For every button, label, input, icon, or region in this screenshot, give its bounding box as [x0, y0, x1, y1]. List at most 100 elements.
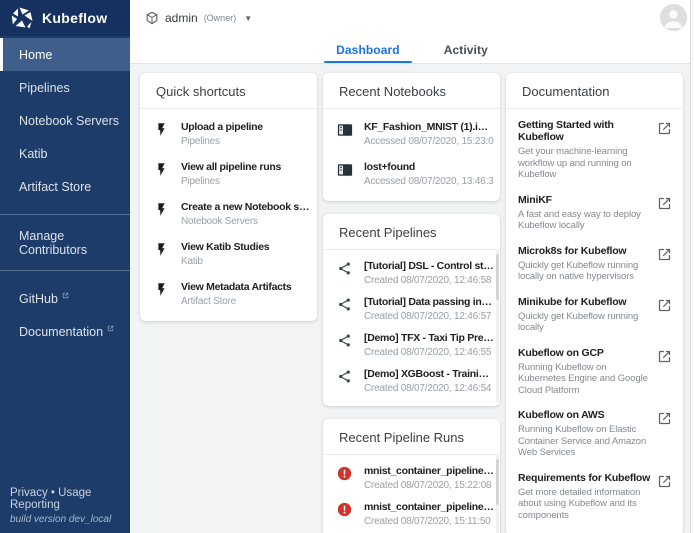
sidebar-item-manage-contributors[interactable]: Manage Contributors	[0, 226, 130, 259]
pipeline-item[interactable]: [Tutorial] Data passing in python comp..…	[323, 291, 500, 327]
bolt-icon	[154, 162, 171, 182]
open-in-new-icon[interactable]	[657, 349, 673, 397]
footer-bullet: •	[51, 487, 55, 499]
shortcut-view-metadata-artifacts[interactable]: View Metadata Artifacts Artifact Store	[140, 274, 317, 314]
card-title: Recent Notebooks	[323, 73, 500, 109]
sidebar-item-label: Manage Contributors	[19, 229, 130, 257]
doc-desc: Quickly get Kubeflow running locally on …	[518, 260, 651, 283]
notebook-icon	[337, 122, 354, 143]
pipeline-item[interactable]: [Demo] TFX - Taxi Tip Prediction Model .…	[323, 327, 500, 363]
card-recent-notebooks: Recent Notebooks KF_Fashion_MNIST (1).ip…	[323, 73, 500, 201]
tab-label: Activity	[444, 43, 488, 57]
pipeline-item[interactable]: [Demo] XGBoost - Training with Confusi..…	[323, 363, 500, 399]
item-meta: Created 08/07/2020, 12:46:55	[364, 347, 494, 358]
doc-desc: Get your machine-learning workflow up an…	[518, 146, 651, 181]
card-title: Documentation	[506, 73, 683, 109]
open-in-new-icon[interactable]	[657, 196, 673, 232]
notebook-item[interactable]: lost+found Accessed 08/07/2020, 13:46:37	[323, 154, 500, 194]
doc-desc: Running Kubeflow on Kubernetes Engine an…	[518, 362, 651, 397]
sidebar-item-pipelines[interactable]: Pipelines	[0, 71, 130, 104]
tab-activity[interactable]: Activity	[422, 36, 510, 63]
shortcut-upload-pipeline[interactable]: Upload a pipeline Pipelines	[140, 114, 317, 154]
sidebar: Home Pipelines Notebook Servers Katib Ar…	[0, 36, 130, 533]
doc-desc: A fast and easy way to deploy Kubeflow l…	[518, 209, 651, 232]
tab-dashboard[interactable]: Dashboard	[314, 36, 422, 63]
sidebar-item-katib[interactable]: Katib	[0, 137, 130, 170]
card-title: Recent Pipelines	[323, 214, 500, 250]
doc-item-minikube[interactable]: Minikube for Kubeflow Quickly get Kubefl…	[506, 289, 683, 340]
doc-item-microk8s[interactable]: Microk8s for Kubeflow Quickly get Kubefl…	[506, 238, 683, 289]
pipeline-graph-icon	[337, 369, 354, 389]
run-item[interactable]: mnist_container_pipeline run Created 08/…	[323, 460, 500, 496]
sidebar-item-label: Documentation	[19, 325, 103, 339]
open-in-new-icon[interactable]	[657, 247, 673, 283]
open-in-new-icon[interactable]	[657, 474, 673, 522]
namespace-role: (Owner)	[204, 13, 237, 23]
run-status-icon	[337, 466, 354, 481]
sidebar-divider	[0, 270, 130, 271]
doc-title: Microk8s for Kubeflow	[518, 245, 651, 257]
bolt-icon	[154, 202, 171, 222]
shortcut-subtitle: Artifact Store	[181, 296, 311, 307]
doc-item-aws[interactable]: Kubeflow on AWS Running Kubeflow on Elas…	[506, 402, 683, 465]
sidebar-item-notebook-servers[interactable]: Notebook Servers	[0, 104, 130, 137]
doc-desc: Get more detailed information about usin…	[518, 487, 651, 522]
notebook-icon	[337, 162, 354, 183]
shortcut-title: View all pipeline runs	[181, 161, 311, 173]
doc-item-gcp[interactable]: Kubeflow on GCP Running Kubeflow on Kube…	[506, 340, 683, 403]
item-title: mnist_container_pipeline run	[364, 465, 494, 477]
shortcut-subtitle: Pipelines	[181, 136, 311, 147]
external-link-icon	[107, 321, 114, 335]
open-in-new-icon[interactable]	[657, 121, 673, 181]
item-title: KF_Fashion_MNIST (1).ipynb	[364, 121, 494, 133]
sidebar-item-label: GitHub	[19, 292, 58, 306]
sidebar-item-github[interactable]: GitHub	[0, 282, 130, 315]
pipeline-item[interactable]: [Tutorial] DSL - Control structures Crea…	[323, 255, 500, 291]
item-meta: Accessed 08/07/2020, 15:23:05	[364, 136, 494, 147]
item-meta: Accessed 08/07/2020, 13:46:37	[364, 176, 494, 187]
doc-item-minikf[interactable]: MiniKF A fast and easy way to deploy Kub…	[506, 187, 683, 238]
sidebar-item-artifact-store[interactable]: Artifact Store	[0, 170, 130, 203]
namespace-cube-icon	[145, 11, 159, 25]
item-meta: Created 08/07/2020, 12:46:57	[364, 311, 494, 322]
sidebar-item-home[interactable]: Home	[0, 38, 130, 71]
card-scrollbar[interactable]	[496, 455, 499, 533]
item-meta: Created 08/07/2020, 15:22:08	[364, 480, 494, 491]
open-in-new-icon[interactable]	[657, 411, 673, 459]
main-scrollbar[interactable]	[690, 0, 694, 533]
doc-title: MiniKF	[518, 194, 651, 206]
build-version: build version dev_local	[10, 514, 130, 525]
privacy-link[interactable]: Privacy	[10, 487, 48, 499]
avatar[interactable]	[660, 4, 687, 31]
pipeline-graph-icon	[337, 261, 354, 281]
sidebar-item-documentation[interactable]: Documentation	[0, 315, 130, 348]
shortcut-subtitle: Katib	[181, 256, 311, 267]
namespace-selector[interactable]: admin (Owner) ▼	[130, 11, 252, 25]
shortcut-title: Upload a pipeline	[181, 121, 311, 133]
notebook-item[interactable]: KF_Fashion_MNIST (1).ipynb Accessed 08/0…	[323, 114, 500, 154]
sidebar-divider	[0, 214, 130, 215]
sidebar-item-label: Artifact Store	[19, 180, 91, 194]
shortcut-view-pipeline-runs[interactable]: View all pipeline runs Pipelines	[140, 154, 317, 194]
card-recent-pipelines: Recent Pipelines [Tutorial] DSL - Contro…	[323, 214, 500, 406]
sidebar-item-label: Katib	[19, 147, 48, 161]
doc-title: Requirements for Kubeflow	[518, 472, 651, 484]
card-documentation: Documentation Getting Started with Kubef…	[506, 73, 683, 533]
doc-item-getting-started[interactable]: Getting Started with Kubeflow Get your m…	[506, 112, 683, 187]
sidebar-item-label: Pipelines	[19, 81, 70, 95]
sidebar-item-label: Notebook Servers	[19, 114, 119, 128]
pipeline-graph-icon	[337, 333, 354, 353]
card-scrollbar[interactable]	[496, 250, 499, 403]
shortcut-subtitle: Pipelines	[181, 176, 311, 187]
item-title: [Demo] TFX - Taxi Tip Prediction Model .…	[364, 332, 494, 344]
shortcut-create-notebook-server[interactable]: Create a new Notebook server Notebook Se…	[140, 194, 317, 234]
doc-title: Kubeflow on AWS	[518, 409, 651, 421]
shortcut-subtitle: Notebook Servers	[181, 216, 311, 227]
error-icon	[337, 466, 352, 481]
bolt-icon	[154, 122, 171, 142]
open-in-new-icon[interactable]	[657, 298, 673, 334]
run-item[interactable]: mnist_container_pipeline run Created 08/…	[323, 496, 500, 532]
shortcut-view-katib-studies[interactable]: View Katib Studies Katib	[140, 234, 317, 274]
doc-item-requirements[interactable]: Requirements for Kubeflow Get more detai…	[506, 465, 683, 528]
card-title: Quick shortcuts	[140, 73, 317, 109]
